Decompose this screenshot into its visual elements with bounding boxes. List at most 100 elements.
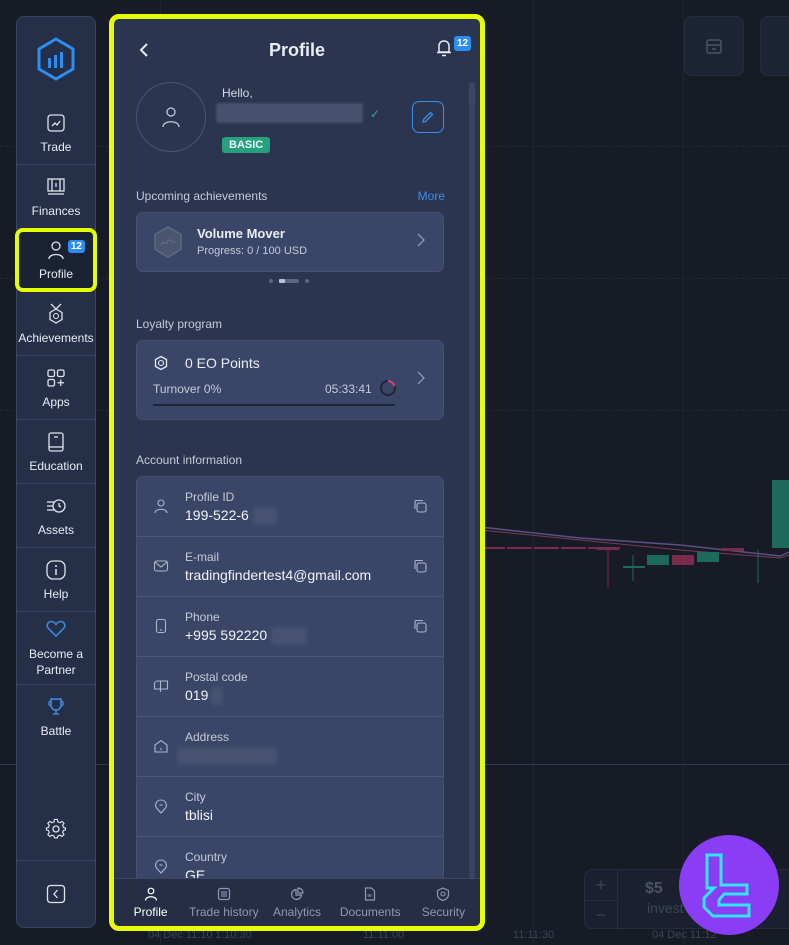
tab-trade-history[interactable]: Trade history (187, 879, 260, 926)
app-logo[interactable] (17, 17, 95, 101)
heart-icon (46, 620, 66, 638)
greeting: Hello, (222, 86, 253, 100)
notification-badge: 12 (454, 36, 472, 51)
info-row-address: Address (137, 717, 443, 777)
finances-icon (47, 177, 65, 195)
account-level-badge: BASIC (222, 137, 271, 153)
collapse-sidebar-button[interactable] (17, 861, 95, 927)
sidebar-item-partner[interactable]: Become a Partner (17, 612, 95, 685)
sidebar-item-help[interactable]: Help (17, 548, 95, 612)
envelope-icon (153, 560, 169, 572)
chevron-left-icon (46, 884, 66, 904)
copy-icon[interactable] (413, 619, 427, 633)
sidebar-item-trade[interactable]: Trade (17, 101, 95, 165)
sidebar-item-label: Become a Partner (28, 647, 84, 677)
settings-button[interactable] (17, 797, 95, 861)
trophy-icon (48, 698, 64, 715)
info-label: Phone (185, 610, 220, 624)
tab-label: Documents (339, 904, 401, 919)
assets-clock-icon (47, 498, 66, 513)
edit-profile-button[interactable] (412, 101, 444, 133)
info-value: 199-522-6 (185, 507, 249, 523)
redacted-value (271, 627, 307, 645)
copy-icon[interactable] (413, 559, 427, 573)
info-row-email: E-mail tradingfindertest4@gmail.com (137, 537, 443, 597)
tab-label: Profile (133, 904, 168, 919)
candlestick-chart (480, 480, 789, 588)
section-label: Upcoming achievements (136, 189, 268, 203)
section-label: Loyalty program (136, 317, 223, 331)
info-icon (46, 559, 66, 580)
time-label: 04 Dec 11:12 (652, 929, 717, 941)
panel-header: Profile 12 (114, 36, 480, 67)
decrease-button[interactable]: − (585, 900, 618, 930)
increase-button[interactable]: + (585, 870, 618, 900)
loyalty-card[interactable]: 0 EO Points Turnover 0% 05:33:41 (136, 340, 444, 420)
user-icon (162, 107, 180, 128)
pager-dot[interactable] (305, 279, 309, 283)
toolbar-button[interactable] (760, 16, 789, 76)
section-label: Account information (136, 453, 243, 467)
apps-icon (47, 368, 65, 387)
toolbox-icon (706, 39, 722, 54)
info-value: 019 (185, 687, 209, 703)
watermark-logo (679, 835, 779, 935)
user-icon (144, 887, 157, 901)
achievement-badge-icon (154, 226, 182, 258)
eo-points: 0 EO Points (185, 355, 260, 371)
info-label: E-mail (185, 550, 220, 564)
pager-dot[interactable] (269, 279, 273, 283)
sidebar-item-label: Finances (31, 203, 81, 218)
main-sidebar: Trade Finances 12 Profile Achievements A… (15, 16, 97, 928)
invest-amount: $5 (645, 880, 663, 897)
tab-label: Analytics (272, 904, 322, 919)
location-pin-icon (155, 859, 167, 874)
sidebar-item-profile[interactable]: 12 Profile (15, 228, 97, 292)
redacted-value (253, 507, 277, 525)
notification-badge: 12 (67, 240, 85, 253)
info-row-phone: Phone +995 592220 (137, 597, 443, 657)
trade-chart-icon (47, 113, 65, 132)
sidebar-item-education[interactable]: Education (17, 420, 95, 484)
sidebar-item-achievements[interactable]: Achievements (17, 292, 95, 356)
carousel-pager[interactable] (269, 279, 309, 283)
sidebar-item-battle[interactable]: Battle (17, 685, 95, 749)
more-achievements-link[interactable]: More (418, 189, 445, 203)
account-info-card: Profile ID 199-522-6 E-mail tradingfinde… (136, 476, 444, 896)
info-row-postal-code: Postal code 019 (137, 657, 443, 717)
user-name-redacted (216, 103, 363, 123)
history-icon (217, 887, 230, 900)
info-label: Address (185, 730, 230, 744)
sidebar-item-finances[interactable]: Finances (17, 165, 95, 229)
sidebar-item-label: Achievements (18, 330, 94, 345)
tab-analytics[interactable]: Analytics (260, 879, 333, 926)
sidebar-item-assets[interactable]: Assets (17, 484, 95, 548)
achievement-progress: Progress: 0 / 100 USD (197, 245, 308, 257)
phone-icon (155, 618, 167, 634)
book-icon (48, 431, 64, 452)
redacted-value (211, 687, 223, 705)
sidebar-item-label: Profile (38, 267, 73, 281)
gear-icon (45, 818, 66, 839)
pager-dot-active[interactable] (279, 279, 299, 283)
info-label: Country (185, 850, 228, 864)
home-icon (154, 739, 168, 753)
chart-type-button[interactable] (684, 16, 744, 76)
sidebar-item-label: Trade (40, 139, 72, 154)
chevron-right-icon (417, 371, 425, 390)
notifications-button[interactable] (436, 39, 452, 62)
info-value: tradingfindertest4@gmail.com (185, 567, 372, 583)
tab-documents[interactable]: Documents (334, 879, 407, 926)
tab-security[interactable]: Security (407, 879, 480, 926)
scrollbar-thumb[interactable] (469, 103, 475, 879)
verified-check-icon: ✓ (370, 107, 381, 121)
scrollbar[interactable] (469, 83, 475, 879)
achievement-card[interactable]: Volume Mover Progress: 0 / 100 USD (136, 212, 444, 272)
profile-panel: Profile 12 Hello, ✓ BASIC Upcoming achie… (109, 14, 485, 931)
user-icon (154, 499, 168, 514)
avatar[interactable] (136, 82, 206, 152)
copy-icon[interactable] (413, 499, 427, 513)
sidebar-item-apps[interactable]: Apps (17, 356, 95, 420)
tab-profile[interactable]: Profile (114, 879, 187, 926)
info-row-profile-id: Profile ID 199-522-6 (137, 477, 443, 537)
